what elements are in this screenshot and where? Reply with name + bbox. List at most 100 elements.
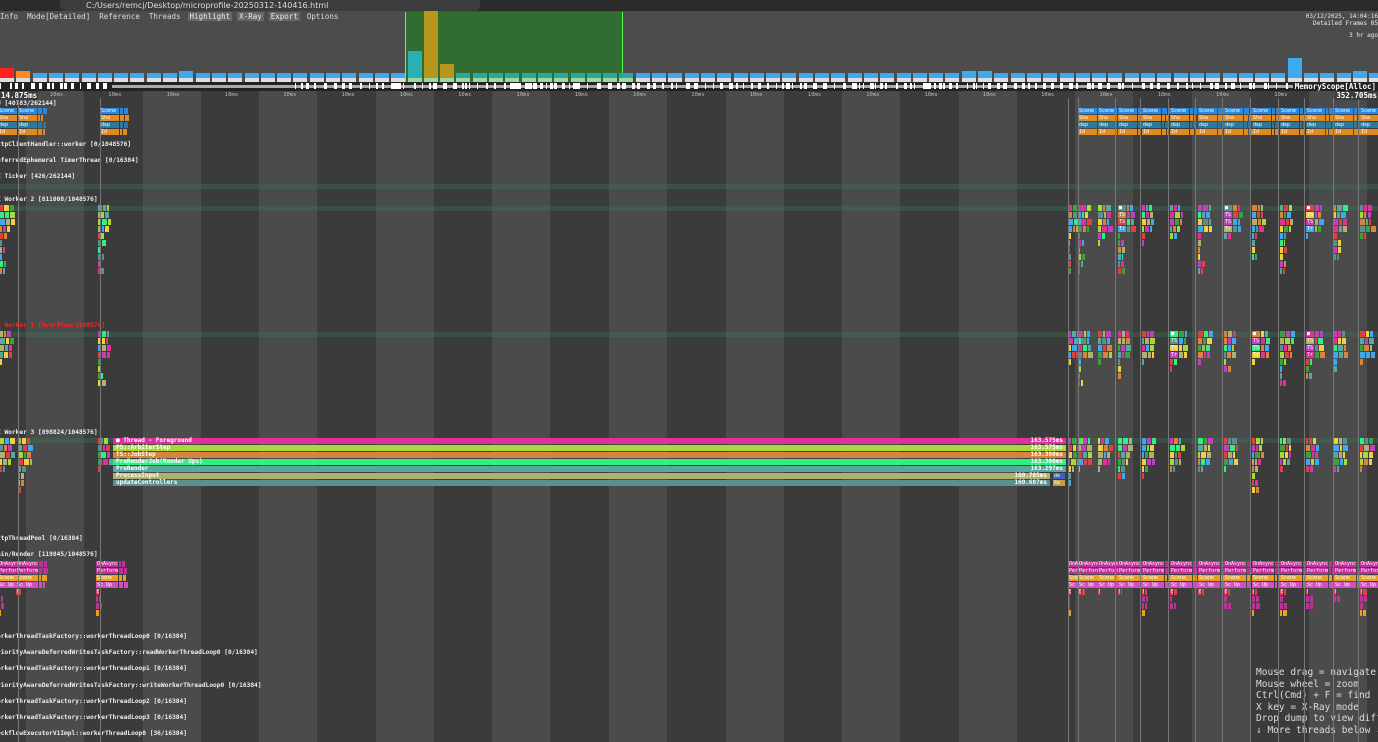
scope-block[interactable] — [1201, 466, 1203, 472]
scope-block[interactable] — [1334, 596, 1336, 602]
scope-block[interactable] — [1354, 122, 1357, 128]
scope-block[interactable] — [1338, 331, 1341, 337]
scope-label-block[interactable]: Scene — [1252, 575, 1274, 581]
scope-label-block[interactable]: Tr — [1306, 226, 1314, 232]
scope-block[interactable] — [1287, 459, 1290, 465]
scope-label-block[interactable]: dep — [1198, 122, 1217, 128]
scope-block[interactable] — [1204, 331, 1209, 337]
scope-block[interactable] — [24, 459, 29, 465]
scope-block[interactable] — [1329, 561, 1332, 567]
scope-block[interactable] — [1082, 445, 1087, 451]
scope-block[interactable] — [1334, 452, 1338, 458]
scope-block[interactable] — [1175, 219, 1179, 225]
scope-block[interactable] — [1252, 240, 1255, 246]
scope-block[interactable] — [1208, 445, 1211, 451]
scope-block[interactable] — [1252, 596, 1255, 602]
scope-block[interactable] — [1218, 115, 1222, 121]
scope-block[interactable] — [1371, 352, 1375, 358]
scope-label-block[interactable]: Perform — [1078, 568, 1100, 574]
scope-block[interactable] — [1224, 338, 1227, 344]
scope-block[interactable] — [1142, 473, 1144, 479]
scope-block[interactable] — [102, 331, 106, 337]
scope-label-block[interactable]: Scene — [1198, 575, 1220, 581]
scope-block[interactable] — [1142, 212, 1145, 218]
scope-label-block[interactable]: ■ — [1306, 331, 1314, 337]
scope-block[interactable] — [1102, 338, 1106, 344]
scope-block[interactable] — [1360, 438, 1364, 444]
scope-label-block[interactable]: Scene — [1360, 108, 1378, 114]
scope-block[interactable] — [1244, 108, 1249, 114]
scope-block[interactable] — [1256, 226, 1258, 232]
scope-label-block[interactable]: Scene — [1142, 108, 1161, 114]
scope-block[interactable] — [1118, 373, 1121, 379]
scope-block[interactable] — [1073, 205, 1077, 211]
scope-block[interactable] — [1320, 331, 1323, 337]
scope-block[interactable] — [1272, 115, 1275, 121]
scope-block[interactable] — [120, 108, 123, 114]
scope-block[interactable] — [1224, 352, 1226, 358]
scope-block[interactable] — [1170, 205, 1173, 211]
scope-block[interactable] — [1224, 445, 1229, 451]
thread-label[interactable]: U [40783/262144] — [0, 100, 57, 107]
scope-block[interactable] — [1142, 459, 1146, 465]
scope-block[interactable] — [1087, 219, 1091, 225]
scope-block[interactable] — [1320, 205, 1322, 211]
scope-block[interactable] — [1280, 219, 1285, 225]
scope-block[interactable] — [1315, 459, 1319, 465]
scope-block[interactable] — [1101, 438, 1104, 444]
scope-label-block[interactable]: Id — [1224, 129, 1243, 135]
scope-block[interactable] — [1309, 373, 1312, 379]
scope-label-block[interactable]: OnAsyncEv — [16, 561, 38, 567]
scope-block[interactable] — [1252, 487, 1255, 493]
scope-block[interactable] — [1252, 610, 1254, 616]
scope-block[interactable] — [1261, 438, 1263, 444]
scope-block[interactable] — [1334, 212, 1336, 218]
scope-label-block[interactable]: Ex — [1280, 589, 1283, 595]
scope-block[interactable] — [1183, 345, 1188, 351]
scope-block[interactable] — [1109, 445, 1113, 451]
scope-block[interactable] — [21, 480, 24, 486]
scope-block[interactable] — [1342, 338, 1346, 344]
scope-block[interactable] — [1126, 338, 1130, 344]
scope-block[interactable] — [1175, 452, 1177, 458]
scope-block[interactable] — [1177, 226, 1179, 232]
scope-block[interactable] — [1175, 212, 1180, 218]
scope-label-block[interactable]: dep — [1360, 122, 1378, 128]
scope-label-block[interactable]: Perform — [1098, 568, 1120, 574]
scope-block[interactable] — [1334, 247, 1337, 253]
scope-block[interactable] — [1291, 331, 1295, 337]
scope-block[interactable] — [1108, 226, 1113, 232]
frame-bar[interactable] — [1288, 58, 1302, 78]
scope-block[interactable] — [1102, 226, 1106, 232]
scope-block[interactable] — [1272, 108, 1275, 114]
scope-block[interactable] — [1142, 610, 1145, 616]
scope-block[interactable] — [1255, 589, 1257, 595]
scope-block[interactable] — [1201, 268, 1203, 274]
scope-block[interactable] — [1198, 240, 1201, 246]
scope-block[interactable] — [1255, 452, 1259, 458]
scope-block[interactable] — [1098, 459, 1102, 465]
scope-block[interactable] — [1252, 459, 1254, 465]
scope-block[interactable] — [1261, 205, 1263, 211]
scope-block[interactable] — [1306, 438, 1308, 444]
scope-block[interactable] — [119, 561, 121, 567]
scope-block[interactable] — [0, 345, 4, 351]
scope-block[interactable] — [96, 596, 98, 602]
scope-block[interactable] — [1118, 261, 1120, 267]
scope-block[interactable] — [44, 561, 48, 567]
scope-block[interactable] — [1173, 226, 1176, 232]
scope-block[interactable] — [1204, 438, 1208, 444]
scope-block[interactable] — [1083, 452, 1086, 458]
scope-block[interactable] — [123, 575, 126, 581]
scope-block[interactable] — [1209, 226, 1212, 232]
scope-block[interactable] — [1286, 445, 1288, 451]
scope-block[interactable] — [0, 610, 1, 616]
scope-block[interactable] — [107, 331, 109, 337]
scope-block[interactable] — [1233, 226, 1237, 232]
scope-block[interactable] — [1280, 240, 1283, 246]
scope-label-block[interactable]: Scene — [1078, 108, 1097, 114]
scope-block[interactable] — [1354, 108, 1357, 114]
scope-block[interactable] — [1227, 352, 1231, 358]
scope-block[interactable] — [3, 466, 5, 472]
scope-label-block[interactable]: Scene — [100, 108, 119, 114]
